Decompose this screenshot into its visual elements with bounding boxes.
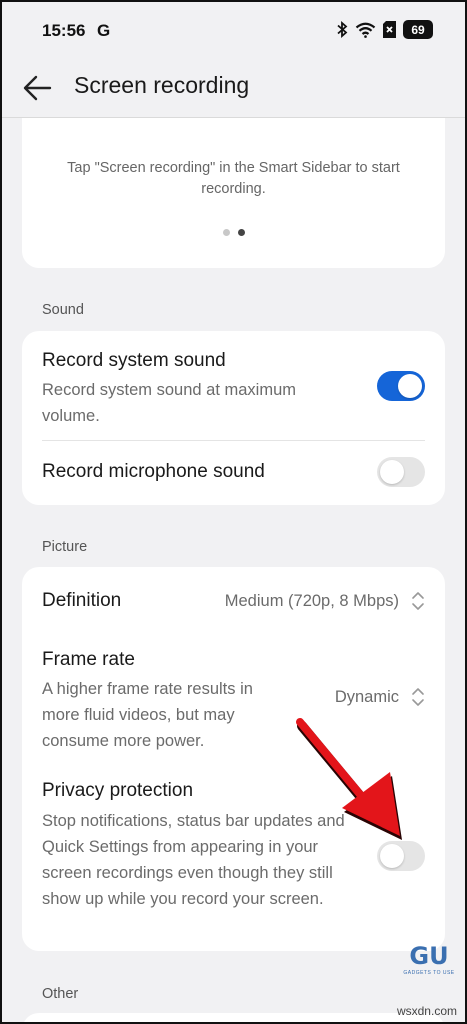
setting-subtitle: A higher frame rate results in more flui… <box>42 680 253 750</box>
other-card <box>22 1013 445 1024</box>
record-microphone-sound-toggle[interactable] <box>377 457 425 487</box>
setting-title: Record system sound <box>42 350 226 371</box>
toggle-knob <box>380 844 404 868</box>
setting-title: Frame rate <box>42 649 135 670</box>
sound-card: Record system sound Record system sound … <box>22 331 445 505</box>
chevron-up-down-icon <box>411 687 425 707</box>
page-dot-2[interactable] <box>237 229 245 236</box>
intro-text: Tap "Screen recording" in the Smart Side… <box>67 160 400 197</box>
setting-record-microphone-sound[interactable]: Record microphone sound <box>22 441 445 505</box>
page-title: Screen recording <box>74 72 250 98</box>
gadgets-to-use-logo: GU GADGETS TO USE <box>403 942 455 976</box>
page-indicator <box>222 229 245 236</box>
setting-title: Privacy protection <box>42 780 194 801</box>
battery-icon: 69 <box>403 20 433 39</box>
toggle-knob <box>380 460 404 484</box>
setting-title: Record microphone sound <box>42 461 265 482</box>
google-notification-icon: G <box>97 21 111 40</box>
bluetooth-icon <box>337 21 348 38</box>
setting-title: Definition <box>42 590 122 611</box>
setting-definition[interactable]: Definition Medium (720p, 8 Mbps) <box>22 567 445 635</box>
section-label-sound: Sound <box>42 302 84 318</box>
red-arrow-annotation-icon <box>296 716 414 846</box>
status-time: 15:56 <box>42 21 86 40</box>
chevron-up-down-icon <box>411 591 425 611</box>
sim-off-icon <box>383 21 396 38</box>
section-label-other: Other <box>42 986 79 1002</box>
toggle-knob <box>398 374 422 398</box>
site-watermark: wsxdn.com <box>396 1004 457 1018</box>
back-arrow-icon[interactable] <box>22 73 54 103</box>
record-system-sound-toggle[interactable] <box>377 371 425 401</box>
wifi-icon <box>355 22 376 38</box>
app-bar: Screen recording <box>0 58 467 118</box>
section-label-picture: Picture <box>42 539 88 555</box>
setting-subtitle: Record system sound at maximum volume. <box>42 381 297 425</box>
status-bar: 15:56 G 69 <box>0 0 467 58</box>
intro-card: Tap "Screen recording" in the Smart Side… <box>22 118 445 268</box>
page-dot-1[interactable] <box>222 229 230 236</box>
definition-value: Medium (720p, 8 Mbps) <box>224 592 399 610</box>
frame-rate-value: Dynamic <box>334 688 399 706</box>
setting-record-system-sound[interactable]: Record system sound Record system sound … <box>22 331 445 440</box>
